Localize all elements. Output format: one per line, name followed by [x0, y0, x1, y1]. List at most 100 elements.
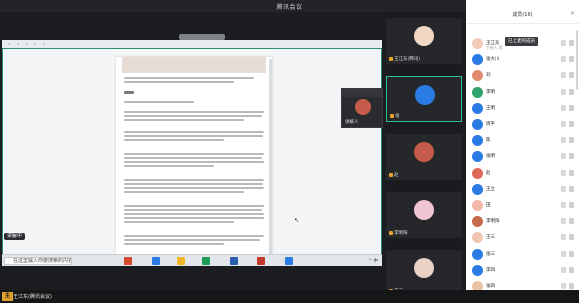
- camera-icon[interactable]: [561, 202, 566, 208]
- doc-text-line: [124, 157, 262, 159]
- doc-text-line: [124, 135, 263, 137]
- mic-icon[interactable]: [569, 72, 574, 79]
- camera-icon[interactable]: [561, 169, 566, 176]
- mic-icon[interactable]: [569, 218, 574, 225]
- member-row[interactable]: 王三: [466, 230, 579, 245]
- mic-icon[interactable]: [569, 185, 574, 192]
- mic-icon[interactable]: [569, 56, 574, 63]
- member-row[interactable]: 田: [466, 198, 579, 213]
- members-panel-title: 成员(16): [512, 12, 533, 18]
- member-name: 田: [486, 203, 491, 208]
- camera-icon[interactable]: [561, 250, 566, 257]
- doc-heading: [124, 91, 134, 94]
- member-row[interactable]: 张明: [466, 149, 579, 164]
- tooltip: 已上麦的成员: [505, 37, 538, 46]
- members-scrollbar[interactable]: [576, 30, 578, 90]
- document-page: [116, 57, 272, 263]
- doc-text-line: [124, 183, 263, 185]
- member-row[interactable]: 李明: [466, 85, 579, 100]
- taskbar-app-icon[interactable]: [152, 257, 160, 265]
- camera-icon[interactable]: [561, 121, 566, 127]
- member-row[interactable]: 赵: [466, 166, 579, 181]
- floating-video[interactable]: 讲解人: [341, 88, 383, 128]
- taskbar-app-icon[interactable]: [257, 257, 265, 265]
- camera-icon[interactable]: [561, 266, 566, 273]
- mic-icon[interactable]: [569, 104, 574, 111]
- member-name: 李明: [486, 89, 495, 95]
- document-scrollbar[interactable]: [269, 59, 272, 259]
- taskbar-app-icon[interactable]: [202, 257, 210, 265]
- share-tab-handle[interactable]: [179, 34, 225, 40]
- participant-name: 王江东(腾讯): [394, 57, 421, 62]
- taskbar-app-icon[interactable]: [177, 257, 185, 265]
- taskbar-app-icon[interactable]: [230, 257, 238, 265]
- doc-text-line: [124, 111, 264, 113]
- member-row[interactable]: 王明: [466, 101, 579, 116]
- video-tile-name: 张: [390, 113, 400, 119]
- taskbar-app-icon[interactable]: [285, 257, 293, 265]
- camera-icon[interactable]: [561, 40, 566, 46]
- avatar: [472, 167, 483, 179]
- taskbar-search-input[interactable]: 在这里输入你要搜索的内容: [4, 257, 72, 265]
- avatar: [472, 102, 483, 114]
- mic-icon[interactable]: [569, 40, 574, 46]
- mic-icon[interactable]: [569, 202, 574, 208]
- member-role: 主持人,我: [486, 45, 503, 50]
- camera-icon[interactable]: [561, 283, 566, 289]
- avatar: [472, 183, 483, 195]
- member-row[interactable]: 刘: [466, 68, 579, 83]
- avatar: [414, 200, 434, 220]
- doc-text-line: [124, 81, 234, 83]
- camera-icon[interactable]: [561, 104, 566, 111]
- mic-icon[interactable]: [569, 121, 574, 127]
- shared-screen[interactable]: ↖: [2, 48, 382, 266]
- camera-icon[interactable]: [561, 153, 566, 160]
- avatar: [414, 258, 434, 278]
- mic-icon[interactable]: [569, 137, 574, 144]
- member-name: 李明阳: [486, 219, 500, 225]
- camera-icon[interactable]: [561, 218, 566, 225]
- member-row[interactable]: 陈: [466, 133, 579, 148]
- doc-text-line: [124, 213, 264, 215]
- member-name: 张大川: [486, 57, 500, 63]
- avatar: [415, 85, 435, 105]
- host-name: 王江东(腾讯会议): [13, 294, 52, 300]
- meeting-window: 腾讯会议 — □ ✕ • • • • •: [0, 0, 579, 303]
- camera-icon[interactable]: [561, 88, 566, 95]
- member-row[interactable]: 张三: [466, 247, 579, 262]
- mic-icon[interactable]: [569, 234, 574, 241]
- avatar: [472, 151, 483, 163]
- video-tile[interactable]: 赵: [386, 134, 462, 180]
- member-row[interactable]: 李四: [466, 263, 579, 278]
- taskbar-app-icon[interactable]: [124, 257, 132, 265]
- member-row[interactable]: 李明阳: [466, 214, 579, 229]
- close-icon[interactable]: ✕: [570, 10, 575, 17]
- mic-icon[interactable]: [569, 250, 574, 257]
- doc-text-line: [124, 179, 264, 181]
- member-row[interactable]: 张大川: [466, 52, 579, 67]
- mic-icon[interactable]: [569, 88, 574, 95]
- video-tile[interactable]: 张: [386, 76, 462, 122]
- camera-icon[interactable]: [561, 137, 566, 144]
- avatar: [472, 119, 483, 130]
- mic-icon[interactable]: [569, 266, 574, 273]
- mic-icon[interactable]: [569, 153, 574, 160]
- video-tile[interactable]: 李明阳: [386, 192, 462, 238]
- member-row[interactable]: 王立: [466, 182, 579, 197]
- avatar: [472, 264, 483, 276]
- doc-text-line: [124, 243, 224, 245]
- mic-icon[interactable]: [569, 169, 574, 176]
- participant-name: 赵: [394, 173, 399, 178]
- camera-icon[interactable]: [561, 185, 566, 192]
- avatar: [472, 248, 483, 260]
- member-row[interactable]: 周平: [466, 117, 579, 132]
- avatar: [472, 86, 483, 98]
- camera-icon[interactable]: [561, 234, 566, 241]
- video-tile[interactable]: 王江东(腾讯): [386, 18, 462, 64]
- member-name: 王立: [486, 186, 495, 192]
- avatar: [414, 142, 434, 162]
- mic-icon[interactable]: [569, 283, 574, 289]
- camera-icon[interactable]: [561, 56, 566, 63]
- camera-icon[interactable]: [561, 72, 566, 79]
- mic-icon: [389, 230, 393, 235]
